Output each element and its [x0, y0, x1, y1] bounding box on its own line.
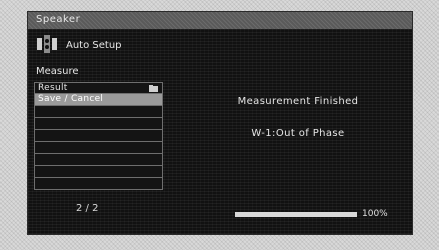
measure-menu: Result Save / Cancel	[34, 82, 163, 190]
tv-frame: Speaker Auto Setup Measure Result Save /…	[0, 0, 439, 250]
status-message: Measurement Finished	[237, 96, 359, 107]
menu-item-empty	[34, 166, 163, 178]
menu-item-empty	[34, 154, 163, 166]
progress-label: 100%	[362, 209, 388, 219]
auto-setup-label: Auto Setup	[66, 40, 122, 51]
menu-item-empty	[34, 142, 163, 154]
menu-item-label: Save / Cancel	[38, 94, 104, 104]
progress-fill	[235, 212, 357, 217]
folder-icon	[149, 85, 158, 92]
menu-item-empty	[34, 178, 163, 190]
setup-screen: Speaker Auto Setup Measure Result Save /…	[27, 11, 413, 235]
menu-item-empty	[34, 118, 163, 130]
menu-item-save-cancel[interactable]: Save / Cancel	[34, 94, 163, 106]
measure-label: Measure	[36, 66, 79, 77]
page-indicator: 2 / 2	[76, 203, 99, 214]
progress-bar	[235, 212, 357, 217]
menu-item-result[interactable]: Result	[34, 82, 163, 94]
phase-message: W-1:Out of Phase	[251, 128, 345, 139]
title-bar: Speaker	[28, 12, 412, 29]
screen-title: Speaker	[36, 14, 81, 25]
menu-item-label: Result	[38, 83, 68, 93]
menu-item-empty	[34, 130, 163, 142]
menu-item-empty	[34, 106, 163, 118]
speaker-microphone-icon	[37, 35, 57, 53]
